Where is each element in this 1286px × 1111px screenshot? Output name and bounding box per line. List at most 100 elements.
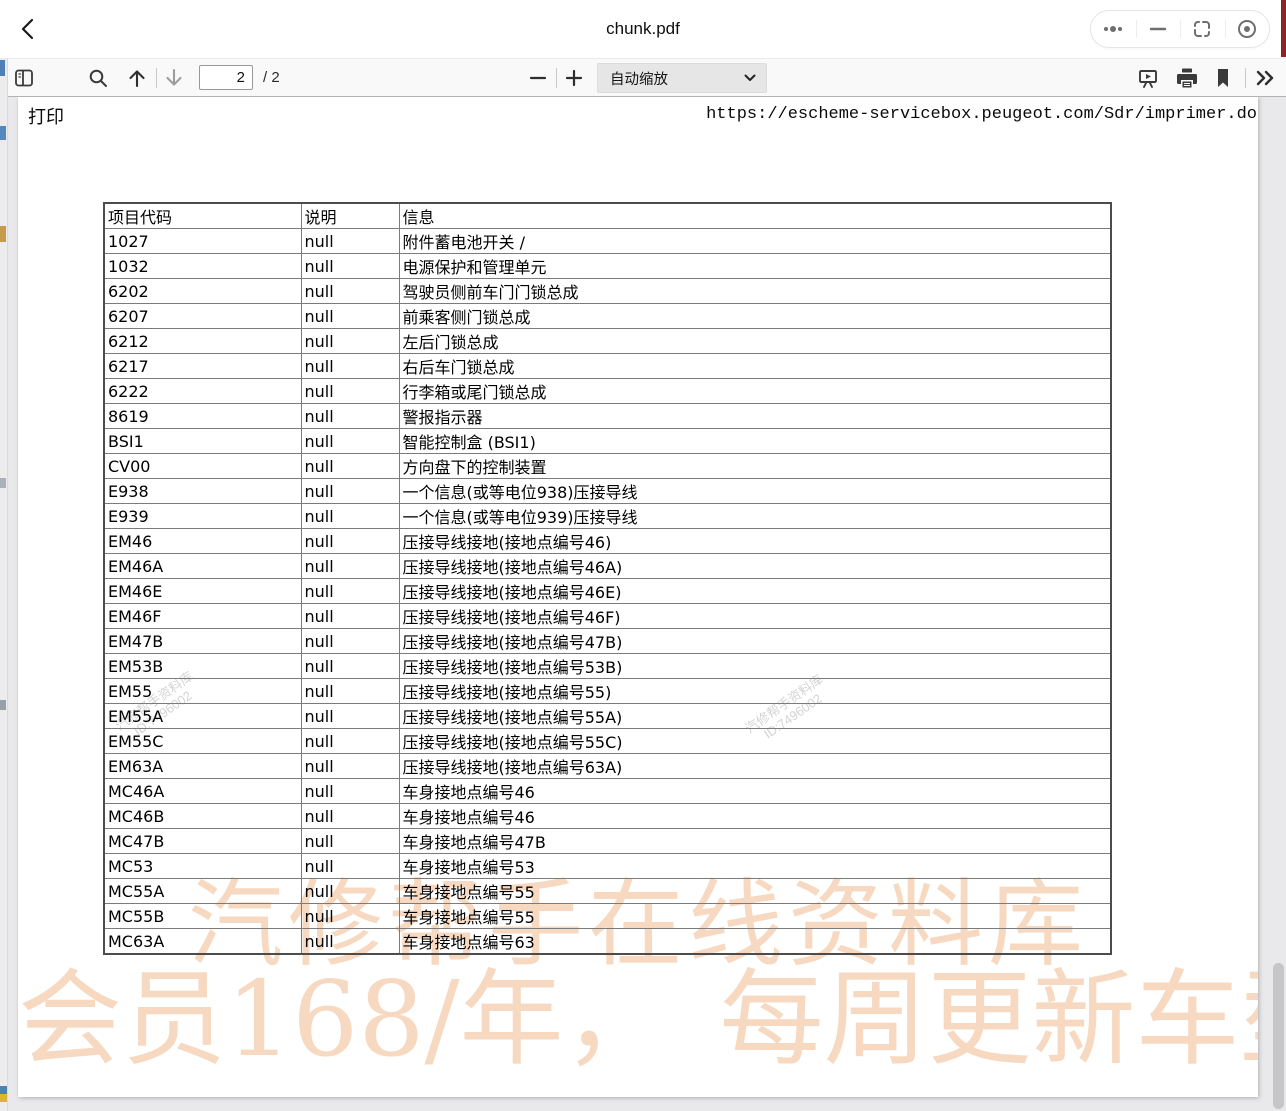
- next-page-button[interactable]: [160, 59, 188, 96]
- table-row: E939null一个信息(或等电位939)压接导线: [104, 504, 1111, 529]
- ellipsis-icon: [1100, 16, 1126, 42]
- more-options-button[interactable]: [1091, 11, 1136, 47]
- vertical-scrollbar-thumb[interactable]: [1273, 963, 1284, 1109]
- previous-page-button[interactable]: [123, 59, 151, 96]
- table-cell: EM55: [104, 679, 301, 704]
- table-cell: null: [301, 529, 399, 554]
- table-cell: null: [301, 379, 399, 404]
- table-cell: null: [301, 679, 399, 704]
- table-row: MC55Anull车身接地点编号55: [104, 879, 1111, 904]
- table-row: 6217null右后车门锁总成: [104, 354, 1111, 379]
- double-chevron-right-icon: [1254, 68, 1276, 88]
- toolbar-divider: [1245, 68, 1246, 88]
- window-edge-fragment: [0, 226, 6, 242]
- table-cell: CV00: [104, 454, 301, 479]
- table-cell: null: [301, 904, 399, 929]
- table-cell: null: [301, 504, 399, 529]
- more-tools-button[interactable]: [1250, 59, 1280, 96]
- table-row: BSI1null智能控制盒 (BSI1): [104, 429, 1111, 454]
- table-cell: 6207: [104, 304, 301, 329]
- table-cell: 压接导线接地(接地点编号46F): [399, 604, 1111, 629]
- table-cell: 车身接地点编号46: [399, 779, 1111, 804]
- page-header-url: https://escheme-servicebox.peugeot.com/S…: [706, 105, 1257, 124]
- table-cell: 车身接地点编号55: [399, 879, 1111, 904]
- table-cell: null: [301, 229, 399, 254]
- table-row: EM53Bnull压接导线接地(接地点编号53B): [104, 654, 1111, 679]
- pdf-viewer-content: 打印 https://escheme-servicebox.peugeot.co…: [8, 97, 1286, 1111]
- chevron-left-icon: [14, 14, 44, 44]
- table-cell: 压接导线接地(接地点编号63A): [399, 754, 1111, 779]
- sidebar-toggle-icon: [13, 67, 35, 89]
- zoom-in-button[interactable]: [560, 59, 588, 96]
- table-cell: 行李箱或尾门锁总成: [399, 379, 1111, 404]
- page-number-input[interactable]: [199, 65, 253, 90]
- table-cell: 智能控制盒 (BSI1): [399, 429, 1111, 454]
- search-button[interactable]: [85, 59, 111, 96]
- table-row: MC53null车身接地点编号53: [104, 854, 1111, 879]
- table-row: EM63Anull压接导线接地(接地点编号63A): [104, 754, 1111, 779]
- restore-window-button[interactable]: [1180, 11, 1225, 47]
- table-cell: null: [301, 479, 399, 504]
- table-cell: 6202: [104, 279, 301, 304]
- back-button[interactable]: [14, 14, 44, 44]
- table-cell: null: [301, 304, 399, 329]
- table-row: CV00null方向盘下的控制装置: [104, 454, 1111, 479]
- table-cell: 右后车门锁总成: [399, 354, 1111, 379]
- table-cell: 警报指示器: [399, 404, 1111, 429]
- toolbar-divider: [156, 68, 157, 88]
- table-row: EM46null压接导线接地(接地点编号46): [104, 529, 1111, 554]
- table-cell: 车身接地点编号63: [399, 929, 1111, 955]
- table-cell: 车身接地点编号53: [399, 854, 1111, 879]
- window-edge-fragment: [0, 126, 6, 140]
- table-row: 6202null驾驶员侧前车门门锁总成: [104, 279, 1111, 304]
- page-count-label: / 2: [263, 59, 280, 96]
- table-cell: 车身接地点编号46: [399, 804, 1111, 829]
- table-cell: MC55B: [104, 904, 301, 929]
- table-cell: EM46: [104, 529, 301, 554]
- watermark-line2: 会员168/年， 每周更新车型: [18, 963, 1258, 1075]
- table-cell: 6212: [104, 329, 301, 354]
- table-cell: EM55A: [104, 704, 301, 729]
- table-cell: E939: [104, 504, 301, 529]
- bookmark-icon: [1213, 67, 1233, 89]
- table-cell: EM53B: [104, 654, 301, 679]
- table-cell: EM63A: [104, 754, 301, 779]
- print-button[interactable]: [1172, 59, 1202, 96]
- table-row: MC55Bnull车身接地点编号55: [104, 904, 1111, 929]
- window-edge-fragment: [0, 700, 6, 710]
- zoom-level-select[interactable]: 自动缩放: [597, 63, 767, 93]
- app-window: { "window": { "title": "chunk.pdf" }, "t…: [0, 0, 1286, 1111]
- table-cell: null: [301, 929, 399, 955]
- presentation-mode-button[interactable]: [1134, 59, 1162, 96]
- record-button[interactable]: [1225, 11, 1270, 47]
- table-row: MC63Anull车身接地点编号63: [104, 929, 1111, 955]
- table-cell: 1027: [104, 229, 301, 254]
- table-cell: null: [301, 804, 399, 829]
- arrow-down-icon: [163, 67, 185, 89]
- table-cell: 压接导线接地(接地点编号47B): [399, 629, 1111, 654]
- window-titlebar: chunk.pdf: [0, 0, 1286, 58]
- table-cell: null: [301, 879, 399, 904]
- background-window-red-edge: [1281, 0, 1286, 57]
- table-cell: 8619: [104, 404, 301, 429]
- table-cell: EM55C: [104, 729, 301, 754]
- zoom-level-value: 自动缩放: [598, 68, 744, 89]
- table-row: 8619null警报指示器: [104, 404, 1111, 429]
- sidebar-toggle-button[interactable]: [10, 59, 38, 96]
- print-header-label: 打印: [28, 103, 64, 129]
- presentation-icon: [1137, 67, 1159, 89]
- table-cell: EM46E: [104, 579, 301, 604]
- table-cell: 1032: [104, 254, 301, 279]
- table-cell: MC47B: [104, 829, 301, 854]
- minimize-button[interactable]: [1136, 11, 1181, 47]
- plus-icon: [564, 68, 584, 88]
- table-cell: null: [301, 254, 399, 279]
- background-window-edge: [0, 58, 8, 1111]
- table-cell: null: [301, 329, 399, 354]
- zoom-out-button[interactable]: [524, 59, 552, 96]
- bookmark-button[interactable]: [1210, 59, 1236, 96]
- table-cell: MC63A: [104, 929, 301, 955]
- table-cell: 前乘客侧门锁总成: [399, 304, 1111, 329]
- table-cell: 驾驶员侧前车门门锁总成: [399, 279, 1111, 304]
- window-controls: [1090, 10, 1270, 48]
